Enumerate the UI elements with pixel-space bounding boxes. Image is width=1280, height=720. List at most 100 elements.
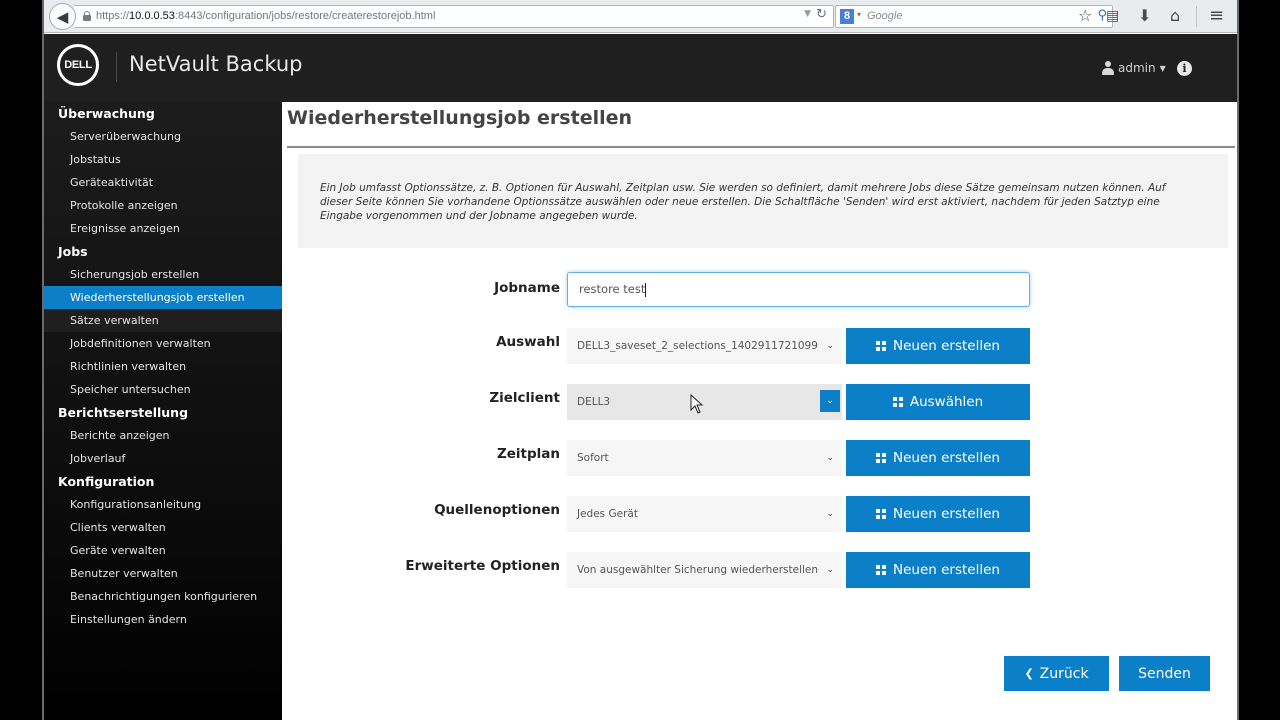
- quellenoptionen-value[interactable]: Jedes Gerät: [577, 508, 638, 520]
- zielclient-label: Zielclient: [489, 390, 560, 406]
- zeitplan-create-label: Neuen erstellen: [893, 450, 1000, 466]
- nav-group-ueberwachung: Überwachung: [58, 106, 155, 121]
- reload-icon[interactable]: ↻: [816, 7, 827, 22]
- download-icon[interactable]: ⬇: [1138, 6, 1151, 26]
- search-placeholder[interactable]: Google: [867, 10, 902, 22]
- toolbar-separator: [1196, 6, 1197, 27]
- jobname-input[interactable]: restore test: [567, 272, 1030, 307]
- erweiterte-optionen-select[interactable]: Von ausgewählter Sicherung wiederherstel…: [567, 552, 842, 588]
- address-bar[interactable]: https://10.0.0.53:8443/configuration/job…: [74, 5, 834, 28]
- user-icon: [1102, 61, 1114, 75]
- caret-down-icon[interactable]: ▼: [1160, 64, 1166, 73]
- erweiterte-optionen-create-button[interactable]: Neuen erstellen: [846, 552, 1030, 588]
- grid-icon: [876, 453, 887, 463]
- sidebar-item-jobstatus[interactable]: Jobstatus: [44, 148, 282, 171]
- text-cursor: [645, 282, 647, 297]
- quellenoptionen-label: Quellenoptionen: [434, 502, 560, 518]
- zeitplan-label: Zeitplan: [496, 446, 560, 462]
- sidebar-item-protokolle[interactable]: Protokolle anzeigen: [44, 194, 282, 217]
- search-engine-icon[interactable]: 8: [840, 9, 854, 24]
- sidebar-item-geraeteaktivitaet[interactable]: Geräteaktivität: [44, 171, 282, 194]
- info-icon[interactable]: i: [1177, 61, 1192, 76]
- sidebar-item-clients[interactable]: Clients verwalten: [44, 516, 282, 539]
- zeitplan-select[interactable]: Sofort ⌄: [567, 440, 842, 476]
- back-button-label: Zurück: [1039, 665, 1089, 682]
- app-header: DELL NetVault Backup admin ▼ i: [44, 34, 1237, 102]
- sidebar-item-ereignisse[interactable]: Ereignisse anzeigen: [44, 217, 282, 240]
- nav-group-konfiguration: Konfiguration: [58, 474, 155, 489]
- zielclient-select-label: Auswählen: [909, 394, 984, 410]
- url-dropdown-icon[interactable]: ▼: [804, 9, 811, 19]
- chevron-down-icon[interactable]: ⌄: [826, 552, 834, 588]
- sidebar-item-richtlinien[interactable]: Richtlinien verwalten: [44, 355, 282, 378]
- erweiterte-optionen-value[interactable]: Von ausgewählter Sicherung wiederherstel…: [577, 564, 818, 576]
- mouse-cursor-icon: [690, 394, 704, 414]
- jobname-label: Jobname: [494, 280, 560, 296]
- title-divider: [287, 146, 1235, 148]
- chevron-down-icon[interactable]: ⌄: [826, 440, 834, 476]
- zielclient-select[interactable]: DELL3 ⌄: [567, 384, 842, 420]
- chevron-left-icon: ❮: [1024, 667, 1034, 680]
- grid-icon: [876, 341, 887, 351]
- sidebar-item-jobverlauf[interactable]: Jobverlauf: [44, 447, 282, 470]
- form-row-auswahl: Auswahl DELL3_saveset_2_selections_14029…: [282, 328, 1237, 364]
- lock-icon: [83, 11, 91, 22]
- sidebar-item-einstellungen[interactable]: Einstellungen ändern: [44, 608, 282, 631]
- auswahl-create-button[interactable]: Neuen erstellen: [846, 328, 1030, 364]
- search-engine-dropdown-icon[interactable]: ▾: [857, 10, 861, 19]
- zielclient-select-button[interactable]: Auswählen: [846, 384, 1030, 420]
- bookmark-star-icon[interactable]: ☆: [1078, 6, 1092, 26]
- quellenoptionen-select[interactable]: Jedes Gerät ⌄: [567, 496, 842, 532]
- user-name[interactable]: admin: [1118, 61, 1156, 75]
- user-menu[interactable]: admin ▼: [1102, 61, 1166, 75]
- sidebar-item-berichte[interactable]: Berichte anzeigen: [44, 424, 282, 447]
- sidebar-item-jobdefinitionen[interactable]: Jobdefinitionen verwalten: [44, 332, 282, 355]
- auswahl-create-label: Neuen erstellen: [893, 338, 1000, 354]
- auswahl-value[interactable]: DELL3_saveset_2_selections_1402911721099: [577, 340, 818, 352]
- sidebar-item-benachrichtigungen[interactable]: Benachrichtigungen konfigurieren: [44, 585, 282, 608]
- menu-icon[interactable]: ≡: [1209, 6, 1224, 26]
- chevron-down-icon[interactable]: ⌄: [826, 496, 834, 532]
- back-icon[interactable]: ◀: [49, 3, 76, 30]
- form-row-zeitplan: Zeitplan Sofort ⌄ Neuen erstellen: [282, 440, 1237, 476]
- sidebar-item-konfigurationsanleitung[interactable]: Konfigurationsanleitung: [44, 493, 282, 516]
- back-button[interactable]: ❮ Zurück: [1004, 656, 1109, 691]
- dell-logo[interactable]: DELL: [57, 44, 99, 86]
- quellenoptionen-create-label: Neuen erstellen: [893, 506, 1000, 522]
- sidebar-item-sicherungsjob[interactable]: Sicherungsjob erstellen: [44, 263, 282, 286]
- form-row-quellenoptionen: Quellenoptionen Jedes Gerät ⌄ Neuen erst…: [282, 496, 1237, 532]
- main-content: Wiederherstellungsjob erstellen Ein Job …: [282, 102, 1237, 720]
- sidebar-item-saetze[interactable]: Sätze verwalten: [44, 309, 282, 332]
- form-row-erweiterte-optionen: Erweiterte Optionen Von ausgewählter Sic…: [282, 552, 1237, 588]
- home-icon[interactable]: ⌂: [1170, 6, 1180, 26]
- sidebar-item-speicher[interactable]: Speicher untersuchen: [44, 378, 282, 401]
- quellenoptionen-create-button[interactable]: Neuen erstellen: [846, 496, 1030, 532]
- nav-group-berichtserstellung: Berichtserstellung: [58, 405, 189, 420]
- submit-button-label: Senden: [1138, 665, 1191, 682]
- zeitplan-value[interactable]: Sofort: [577, 452, 609, 464]
- page-title: Wiederherstellungsjob erstellen: [287, 107, 633, 129]
- nav-group-jobs: Jobs: [58, 244, 88, 259]
- info-box: Ein Job umfasst Optionssätze, z. B. Opti…: [298, 154, 1228, 248]
- url-text[interactable]: https://10.0.0.53:8443/configuration/job…: [96, 10, 435, 22]
- sidebar-item-serverueberwachung[interactable]: Serverüberwachung: [44, 125, 282, 148]
- auswahl-select[interactable]: DELL3_saveset_2_selections_1402911721099…: [567, 328, 842, 364]
- app-title: NetVault Backup: [129, 52, 303, 76]
- bookmarks-list-icon[interactable]: ▤: [1106, 6, 1119, 26]
- chevron-down-icon[interactable]: ⌄: [820, 390, 840, 412]
- jobname-value[interactable]: restore test: [579, 282, 645, 296]
- submit-button[interactable]: Senden: [1119, 656, 1210, 691]
- sidebar-item-wiederherstellungsjob[interactable]: Wiederherstellungsjob erstellen: [44, 286, 282, 309]
- form-row-jobname: Jobname restore test: [282, 272, 1237, 310]
- grid-icon: [892, 397, 903, 407]
- sidebar-item-geraete[interactable]: Geräte verwalten: [44, 539, 282, 562]
- sidebar-nav: Überwachung Serverüberwachung Jobstatus …: [44, 102, 282, 720]
- sidebar-item-benutzer[interactable]: Benutzer verwalten: [44, 562, 282, 585]
- search-bar[interactable]: 8 ▾ Google ⚲: [835, 5, 1113, 28]
- form-row-zielclient: Zielclient DELL3 ⌄ Auswählen: [282, 384, 1237, 420]
- chevron-down-icon[interactable]: ⌄: [826, 328, 834, 364]
- zeitplan-create-button[interactable]: Neuen erstellen: [846, 440, 1030, 476]
- zielclient-value[interactable]: DELL3: [577, 396, 610, 408]
- erweiterte-optionen-label: Erweiterte Optionen: [405, 558, 560, 574]
- window-border-right: [1237, 0, 1239, 720]
